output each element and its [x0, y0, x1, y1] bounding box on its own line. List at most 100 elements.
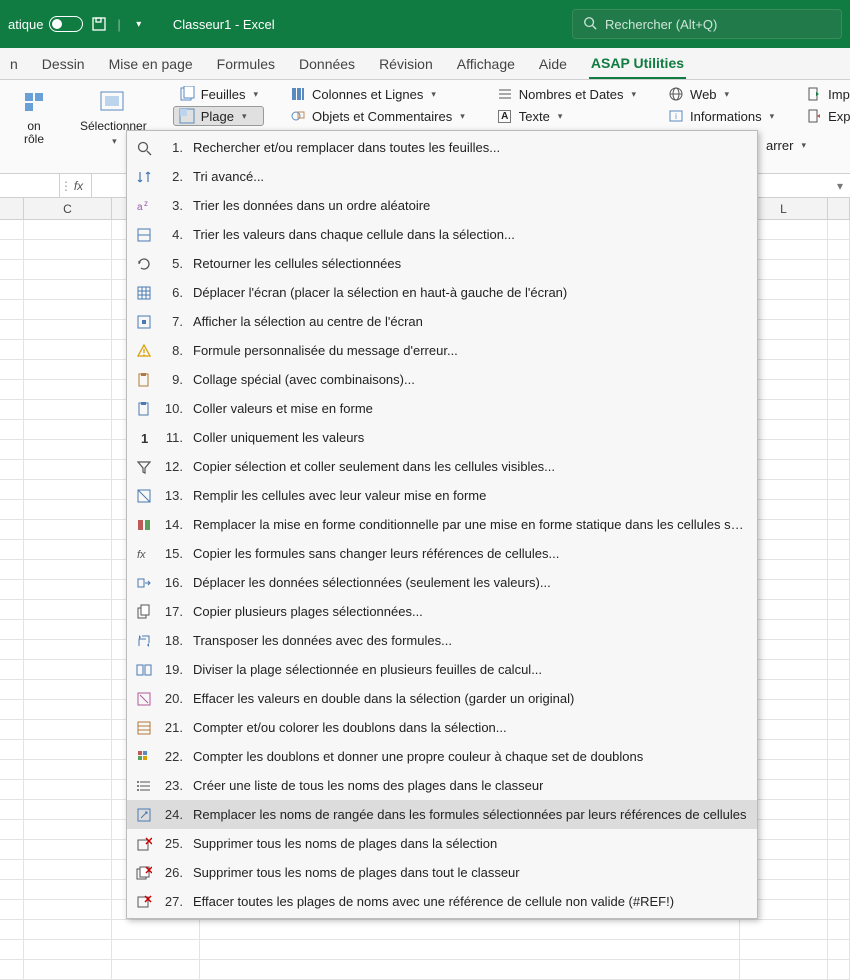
cell[interactable] — [828, 400, 850, 420]
cell[interactable] — [828, 800, 850, 820]
menu-item-27[interactable]: 27.Effacer toutes les plages de noms ave… — [127, 887, 757, 916]
web-button[interactable]: Web▾ — [662, 84, 780, 104]
cell[interactable] — [24, 440, 112, 460]
cell[interactable] — [24, 740, 112, 760]
cell[interactable] — [0, 680, 24, 700]
cell[interactable] — [0, 700, 24, 720]
cell[interactable] — [24, 240, 112, 260]
cell[interactable] — [0, 380, 24, 400]
objets-button[interactable]: Objets et Commentaires▾ — [284, 106, 471, 126]
cell[interactable] — [740, 920, 828, 940]
feuilles-button[interactable]: Feuilles▾ — [173, 84, 264, 104]
cell[interactable] — [828, 940, 850, 960]
menu-item-12[interactable]: 12.Copier sélection et coller seulement … — [127, 452, 757, 481]
cell[interactable] — [24, 620, 112, 640]
cell[interactable] — [828, 640, 850, 660]
cell[interactable] — [0, 660, 24, 680]
menu-item-2[interactable]: 2.Tri avancé... — [127, 162, 757, 191]
cell[interactable] — [24, 460, 112, 480]
cell[interactable] — [828, 880, 850, 900]
tab-affichage[interactable]: Affichage — [455, 50, 517, 78]
menu-item-21[interactable]: 21.Compter et/ou colorer les doublons da… — [127, 713, 757, 742]
cell[interactable] — [828, 900, 850, 920]
cell[interactable] — [828, 760, 850, 780]
cell[interactable] — [24, 720, 112, 740]
cell[interactable] — [24, 800, 112, 820]
cell[interactable] — [24, 540, 112, 560]
cell[interactable] — [24, 560, 112, 580]
fx-label[interactable]: fx — [66, 174, 92, 197]
menu-item-22[interactable]: 22.Compter les doublons et donner une pr… — [127, 742, 757, 771]
cell[interactable] — [0, 440, 24, 460]
cell[interactable] — [828, 660, 850, 680]
menu-item-6[interactable]: 6.Déplacer l'écran (placer la sélection … — [127, 278, 757, 307]
cell[interactable] — [112, 920, 200, 940]
menu-item-15[interactable]: fx15.Copier les formules sans changer le… — [127, 539, 757, 568]
cell[interactable] — [24, 420, 112, 440]
cell[interactable] — [828, 300, 850, 320]
cell[interactable] — [0, 340, 24, 360]
menu-item-23[interactable]: 23.Créer une liste de tous les noms des … — [127, 771, 757, 800]
cell[interactable] — [24, 220, 112, 240]
col-header-c[interactable]: C — [24, 198, 112, 219]
cell[interactable] — [828, 860, 850, 880]
tab-revision[interactable]: Révision — [377, 50, 435, 78]
cell[interactable] — [0, 740, 24, 760]
cell[interactable] — [828, 280, 850, 300]
cell[interactable] — [828, 440, 850, 460]
cell[interactable] — [828, 740, 850, 760]
cell[interactable] — [828, 960, 850, 980]
cell[interactable] — [0, 360, 24, 380]
cell[interactable] — [24, 760, 112, 780]
cell[interactable] — [200, 960, 740, 980]
cell[interactable] — [24, 280, 112, 300]
menu-item-9[interactable]: 9.Collage spécial (avec combinaisons)... — [127, 365, 757, 394]
cell[interactable] — [828, 540, 850, 560]
cell[interactable] — [740, 940, 828, 960]
cell[interactable] — [24, 400, 112, 420]
nombres-button[interactable]: Nombres et Dates▾ — [491, 84, 642, 104]
cell[interactable] — [0, 600, 24, 620]
cell[interactable] — [0, 840, 24, 860]
cell[interactable] — [24, 920, 112, 940]
tab-asap-utilities[interactable]: ASAP Utilities — [589, 49, 686, 79]
cell[interactable] — [24, 580, 112, 600]
cell[interactable] — [112, 940, 200, 960]
menu-item-26[interactable]: 26.Supprimer tous les noms de plages dan… — [127, 858, 757, 887]
cell[interactable] — [24, 500, 112, 520]
cell[interactable] — [0, 320, 24, 340]
tab-0[interactable]: n — [8, 50, 20, 78]
menu-item-7[interactable]: 7.Afficher la sélection au centre de l'é… — [127, 307, 757, 336]
cell[interactable] — [0, 240, 24, 260]
cell[interactable] — [0, 400, 24, 420]
cell[interactable] — [0, 760, 24, 780]
cell[interactable] — [828, 840, 850, 860]
search-box[interactable] — [572, 9, 842, 39]
cell[interactable] — [0, 220, 24, 240]
toggle-icon[interactable] — [49, 16, 83, 32]
cell[interactable] — [24, 680, 112, 700]
tab-formules[interactable]: Formules — [215, 50, 277, 78]
cell[interactable] — [828, 680, 850, 700]
cell[interactable] — [0, 620, 24, 640]
cell[interactable] — [24, 380, 112, 400]
cell[interactable] — [828, 500, 850, 520]
menu-item-18[interactable]: 18.Transposer les données avec des formu… — [127, 626, 757, 655]
cell[interactable] — [24, 660, 112, 680]
cell[interactable] — [828, 820, 850, 840]
cell[interactable] — [0, 960, 24, 980]
menu-item-24[interactable]: 24.Remplacer les noms de rangée dans les… — [127, 800, 757, 829]
cell[interactable] — [0, 860, 24, 880]
menu-item-4[interactable]: 4.Trier les valeurs dans chaque cellule … — [127, 220, 757, 249]
cell[interactable] — [828, 420, 850, 440]
arrer-button[interactable]: arrer▾ — [760, 136, 812, 155]
cell[interactable] — [828, 220, 850, 240]
cell[interactable] — [0, 940, 24, 960]
cell[interactable] — [24, 960, 112, 980]
cell[interactable] — [828, 340, 850, 360]
cell[interactable] — [0, 880, 24, 900]
expand-formula-icon[interactable]: ▾ — [830, 179, 850, 193]
menu-item-20[interactable]: 20.Effacer les valeurs en double dans la… — [127, 684, 757, 713]
cell[interactable] — [828, 480, 850, 500]
cell[interactable] — [24, 820, 112, 840]
